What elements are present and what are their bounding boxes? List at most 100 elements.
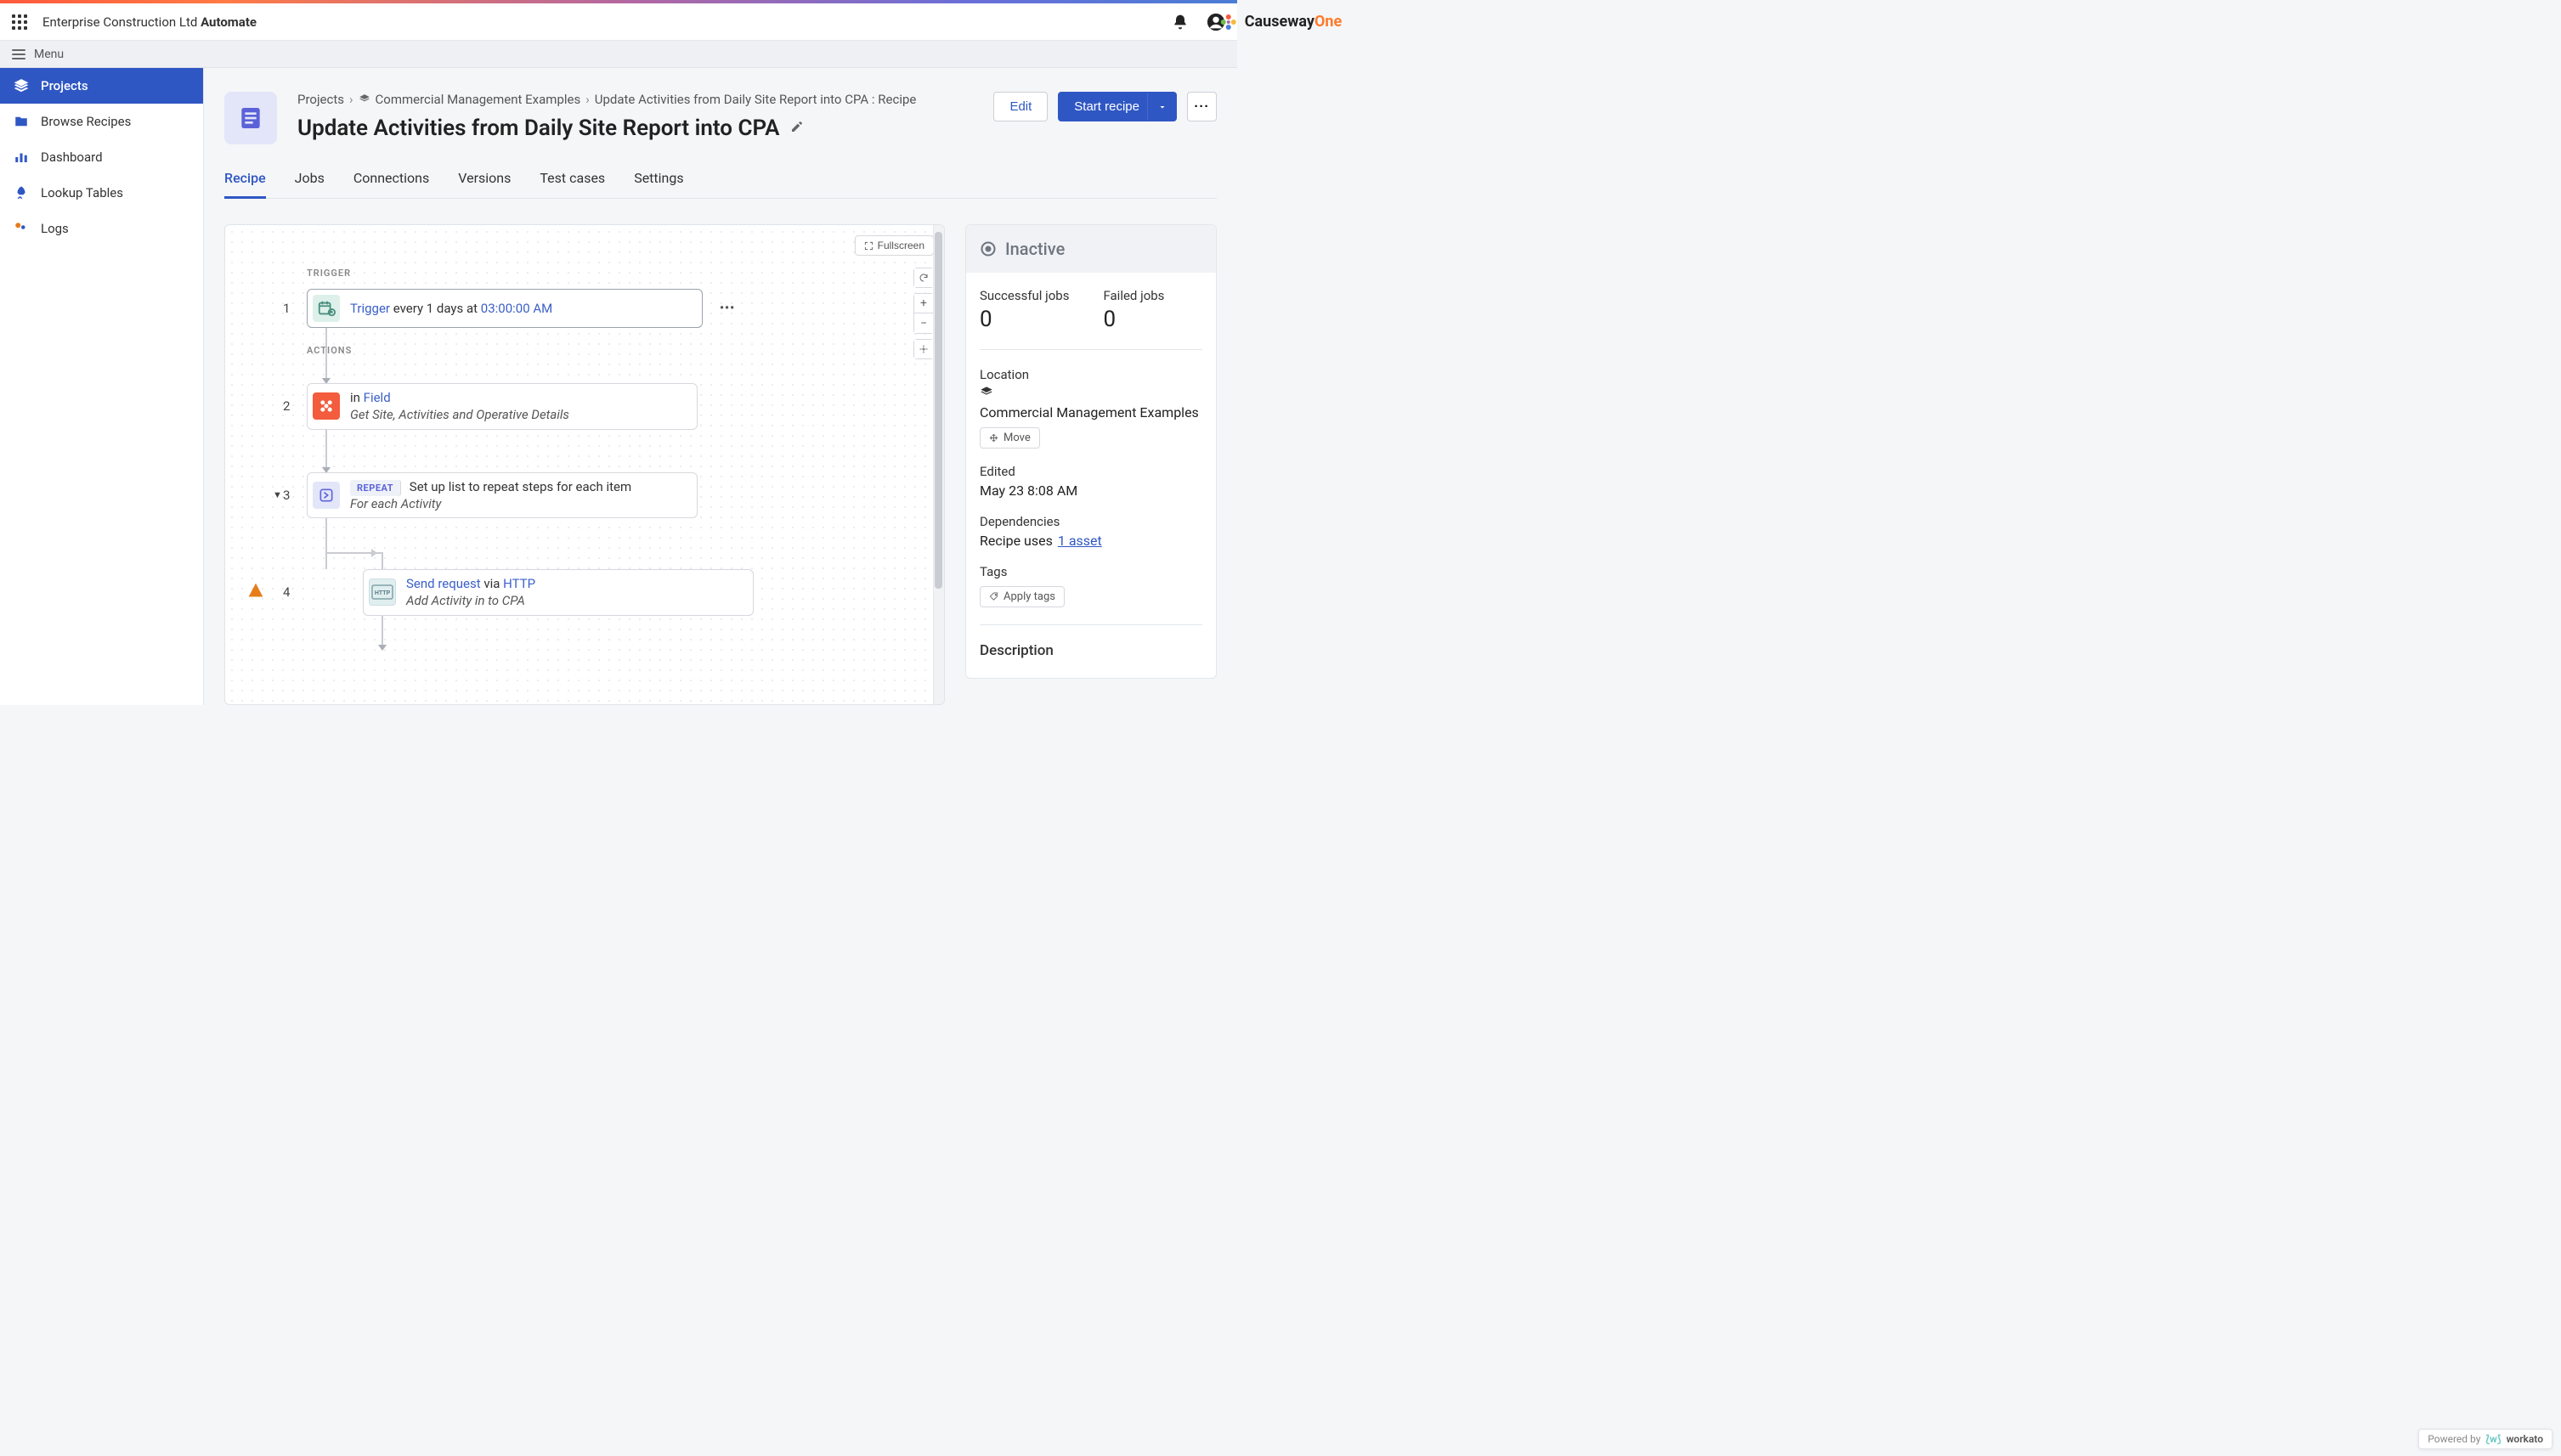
step-number: 1 [283,301,290,316]
step-number: 3 [283,488,290,503]
warning-icon[interactable] [247,582,264,602]
failed-jobs-value: 0 [1103,307,1164,332]
edited-label: Edited [980,464,1202,479]
powered-by-prefix: Powered by [2428,1433,2480,1445]
tab-settings[interactable]: Settings [634,170,683,198]
chevron-right-icon: › [349,92,353,107]
svg-text:HTTP: HTTP [375,590,391,596]
org-name-prefix: Enterprise Construction Ltd [42,14,201,30]
rocket-icon [14,185,29,200]
dependencies-link[interactable]: 1 asset [1058,533,1102,549]
recipe-page-icon [224,92,277,144]
breadcrumb-folder[interactable]: Commercial Management Examples [376,92,581,107]
edit-button[interactable]: Edit [993,92,1048,121]
successful-jobs-label: Successful jobs [980,288,1069,303]
hamburger-icon [12,49,25,59]
repeat-text: REPEAT Set up list to repeat steps for e… [350,478,631,513]
layers-icon [14,78,29,93]
tags-label: Tags [980,564,1202,579]
dependencies-value: Recipe uses 1 asset [980,533,1202,549]
chevron-right-icon: › [585,92,590,107]
tab-test-cases[interactable]: Test cases [540,170,605,198]
org-name[interactable]: Enterprise Construction Ltd Automate [42,14,257,30]
breadcrumb-projects[interactable]: Projects [297,92,344,107]
sidebar-item-projects[interactable]: Projects [0,68,203,104]
step-2-row: 2 in Field Get Site, Activities and Oper… [307,383,945,430]
scheduler-icon [313,295,340,322]
panel-divider [980,349,1202,350]
description-label: Description [980,642,1202,659]
brand-text-suffix: One [1314,13,1342,31]
connector-3-4 [325,518,945,569]
sidebar-item-browse-recipes[interactable]: Browse Recipes [0,104,203,139]
tab-versions[interactable]: Versions [458,170,511,198]
step-number: 4 [283,584,290,600]
trigger-keyword: Trigger [350,301,390,316]
arrow-right-icon [371,549,377,557]
http-card[interactable]: HTTP Send request via HTTP Add Activity … [363,569,754,616]
http-icon: HTTP [369,578,396,606]
brand-logo-center[interactable]: CausewayOne [1219,13,1342,31]
more-actions-button[interactable]: ··· [1187,92,1217,121]
org-name-product: Automate [201,14,257,30]
breadcrumb-current: Update Activities from Daily Site Report… [595,92,917,107]
move-button[interactable]: Move [980,427,1040,449]
step-3-row: ▼ 3 REPEAT Set up list to repeat steps f… [307,472,945,519]
tab-connections[interactable]: Connections [353,170,429,198]
sidebar-item-label: Lookup Tables [41,185,123,200]
tab-jobs[interactable]: Jobs [295,170,325,198]
repeat-card[interactable]: REPEAT Set up list to repeat steps for e… [307,472,698,519]
sidebar-item-label: Browse Recipes [41,114,131,129]
step-1-row: 1 Trigger every 1 days at 03:00:00 AM [307,289,945,328]
recipe-canvas[interactable]: Fullscreen + − [224,224,945,705]
menu-label: Menu [34,48,64,61]
breadcrumb: Projects › Commercial Management Example… [297,92,993,107]
successful-jobs-value: 0 [980,307,1069,332]
status-text: Inactive [1005,239,1065,259]
brand-blossom-icon [1219,13,1238,31]
location-label: Location [980,367,1202,382]
app-switcher-icon[interactable] [12,14,27,30]
menu-bar[interactable]: Menu [0,41,1237,68]
action-text: in Field Get Site, Activities and Operat… [350,389,569,424]
sidebar-item-label: Logs [41,221,69,236]
arrowhead-icon [378,645,387,651]
panel-divider [980,624,1202,625]
folder-icon [14,114,29,129]
logs-icon [14,221,29,236]
top-bar: Enterprise Construction Ltd Automate Cau… [0,3,1237,41]
action-field-card[interactable]: in Field Get Site, Activities and Operat… [307,383,698,430]
http-text: Send request via HTTP Add Activity in to… [406,575,535,610]
layers-small-icon [359,93,370,105]
trigger-section-label: TRIGGER [307,268,945,279]
edit-title-icon[interactable] [790,120,804,137]
trigger-card[interactable]: Trigger every 1 days at 03:00:00 AM [307,289,703,328]
start-recipe-button[interactable]: Start recipe [1058,92,1156,121]
connector-4-down [382,616,945,650]
step-number: 2 [283,398,290,414]
status-header: Inactive [966,225,1216,273]
apply-tags-button[interactable]: Apply tags [980,586,1065,607]
field-app-icon [313,392,340,420]
location-value[interactable]: Commercial Management Examples [980,386,1202,420]
step-more-button[interactable]: ••• [720,302,735,315]
repeat-icon [313,482,340,509]
start-recipe-dropdown[interactable] [1147,92,1177,121]
trigger-time: 03:00:00 AM [481,301,552,316]
sidebar-item-label: Dashboard [41,150,103,165]
workato-brand-text: workato [2507,1433,2543,1445]
notifications-icon[interactable] [1171,13,1190,31]
step-4-row: 4 HTTP Send request via HTTP Add Activit… [307,569,945,616]
caret-down-icon[interactable]: ▼ [273,489,282,500]
fullscreen-button[interactable]: Fullscreen [855,235,934,256]
recipe-status-panel: Inactive Successful jobs 0 Failed jobs 0 [965,224,1217,679]
dependencies-label: Dependencies [980,514,1202,529]
trigger-text: Trigger every 1 days at 03:00:00 AM [350,300,552,317]
connector-2-3 [325,430,945,472]
tab-recipe[interactable]: Recipe [224,170,266,199]
sidebar-item-dashboard[interactable]: Dashboard [0,139,203,175]
sidebar-item-lookup-tables[interactable]: Lookup Tables [0,175,203,211]
sidebar-item-logs[interactable]: Logs [0,211,203,246]
page-title: Update Activities from Daily Site Report… [297,116,780,141]
powered-by-badge[interactable]: Powered by ⟅w⟆ workato [2418,1429,2553,1449]
